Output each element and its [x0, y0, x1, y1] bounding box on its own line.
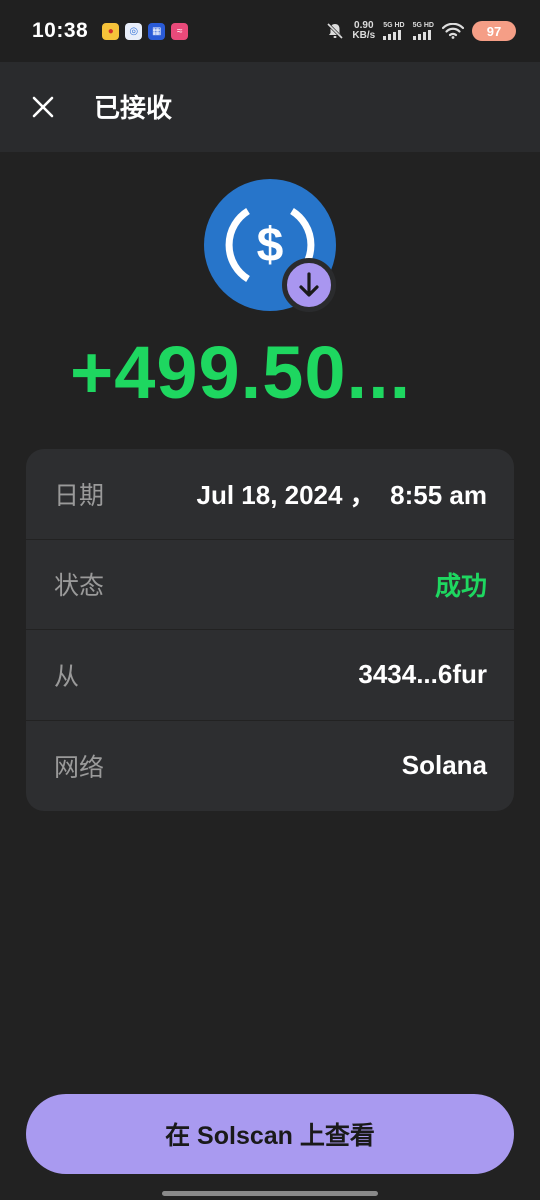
view-on-solscan-button[interactable]: 在 Solscan 上查看: [26, 1094, 514, 1174]
home-indicator[interactable]: [162, 1191, 378, 1196]
svg-text:$: $: [257, 219, 284, 272]
detail-row-date: 日期 Jul 18, 2024 ， 8:55 am: [26, 449, 514, 540]
sim2-signal: 5G HD: [412, 22, 434, 40]
status-bar: 10:38 ● ◎ ▦ ≈ 0.90 KB/s 5G HD 5G HD 97: [0, 0, 540, 62]
close-icon[interactable]: [30, 94, 56, 120]
status-indicators: 0.90 KB/s 5G HD 5G HD 97: [326, 21, 516, 41]
network-speed-unit: KB/s: [352, 30, 376, 41]
mesh-app-icon: ◎: [125, 22, 143, 40]
mute-icon: [327, 22, 344, 40]
detail-label: 状态: [54, 572, 105, 601]
status-time: 10:38: [32, 19, 89, 42]
sim1-signal: 5G HD: [383, 22, 405, 40]
signal-bars-icon: [412, 30, 431, 40]
page-title: 已接收: [94, 93, 173, 123]
signal-bars-icon: [383, 30, 402, 40]
wave-app-icon: ≈: [171, 22, 189, 40]
network-value: Solana: [401, 750, 487, 781]
from-address[interactable]: 3434...6fur: [358, 659, 487, 690]
battery-indicator: 97: [472, 21, 516, 41]
notification-icons: ● ◎ ▦ ≈: [102, 22, 189, 40]
transaction-details-card: 日期 Jul 18, 2024 ， 8:55 am 状态 成功 从 3434..…: [26, 449, 514, 811]
sim2-label: 5G HD: [412, 22, 434, 29]
detail-row-status: 状态 成功: [26, 540, 514, 630]
detail-label: 从: [54, 662, 80, 691]
detail-label: 网络: [54, 753, 105, 782]
wifi-icon: [442, 23, 464, 39]
received-amount: +499.50...: [70, 331, 412, 414]
detail-row-network: 网络 Solana: [26, 721, 514, 812]
transaction-detail-screen: 10:38 ● ◎ ▦ ≈ 0.90 KB/s 5G HD 5G HD 97 已…: [0, 0, 540, 1200]
top-app-bar: 已接收: [0, 62, 540, 152]
detail-row-from[interactable]: 从 3434...6fur: [26, 630, 514, 721]
arrow-down-icon: [299, 272, 319, 297]
detail-label: 日期: [54, 481, 105, 510]
status-value: 成功: [434, 570, 487, 601]
network-speed: 0.90 KB/s: [352, 21, 375, 41]
detail-value: Jul 18, 2024 ， 8:55 am: [196, 480, 487, 511]
received-badge: [282, 258, 336, 312]
grid-app-icon: ▦: [148, 22, 166, 40]
sim1-label: 5G HD: [383, 22, 405, 29]
weibo-icon: ●: [102, 22, 120, 40]
